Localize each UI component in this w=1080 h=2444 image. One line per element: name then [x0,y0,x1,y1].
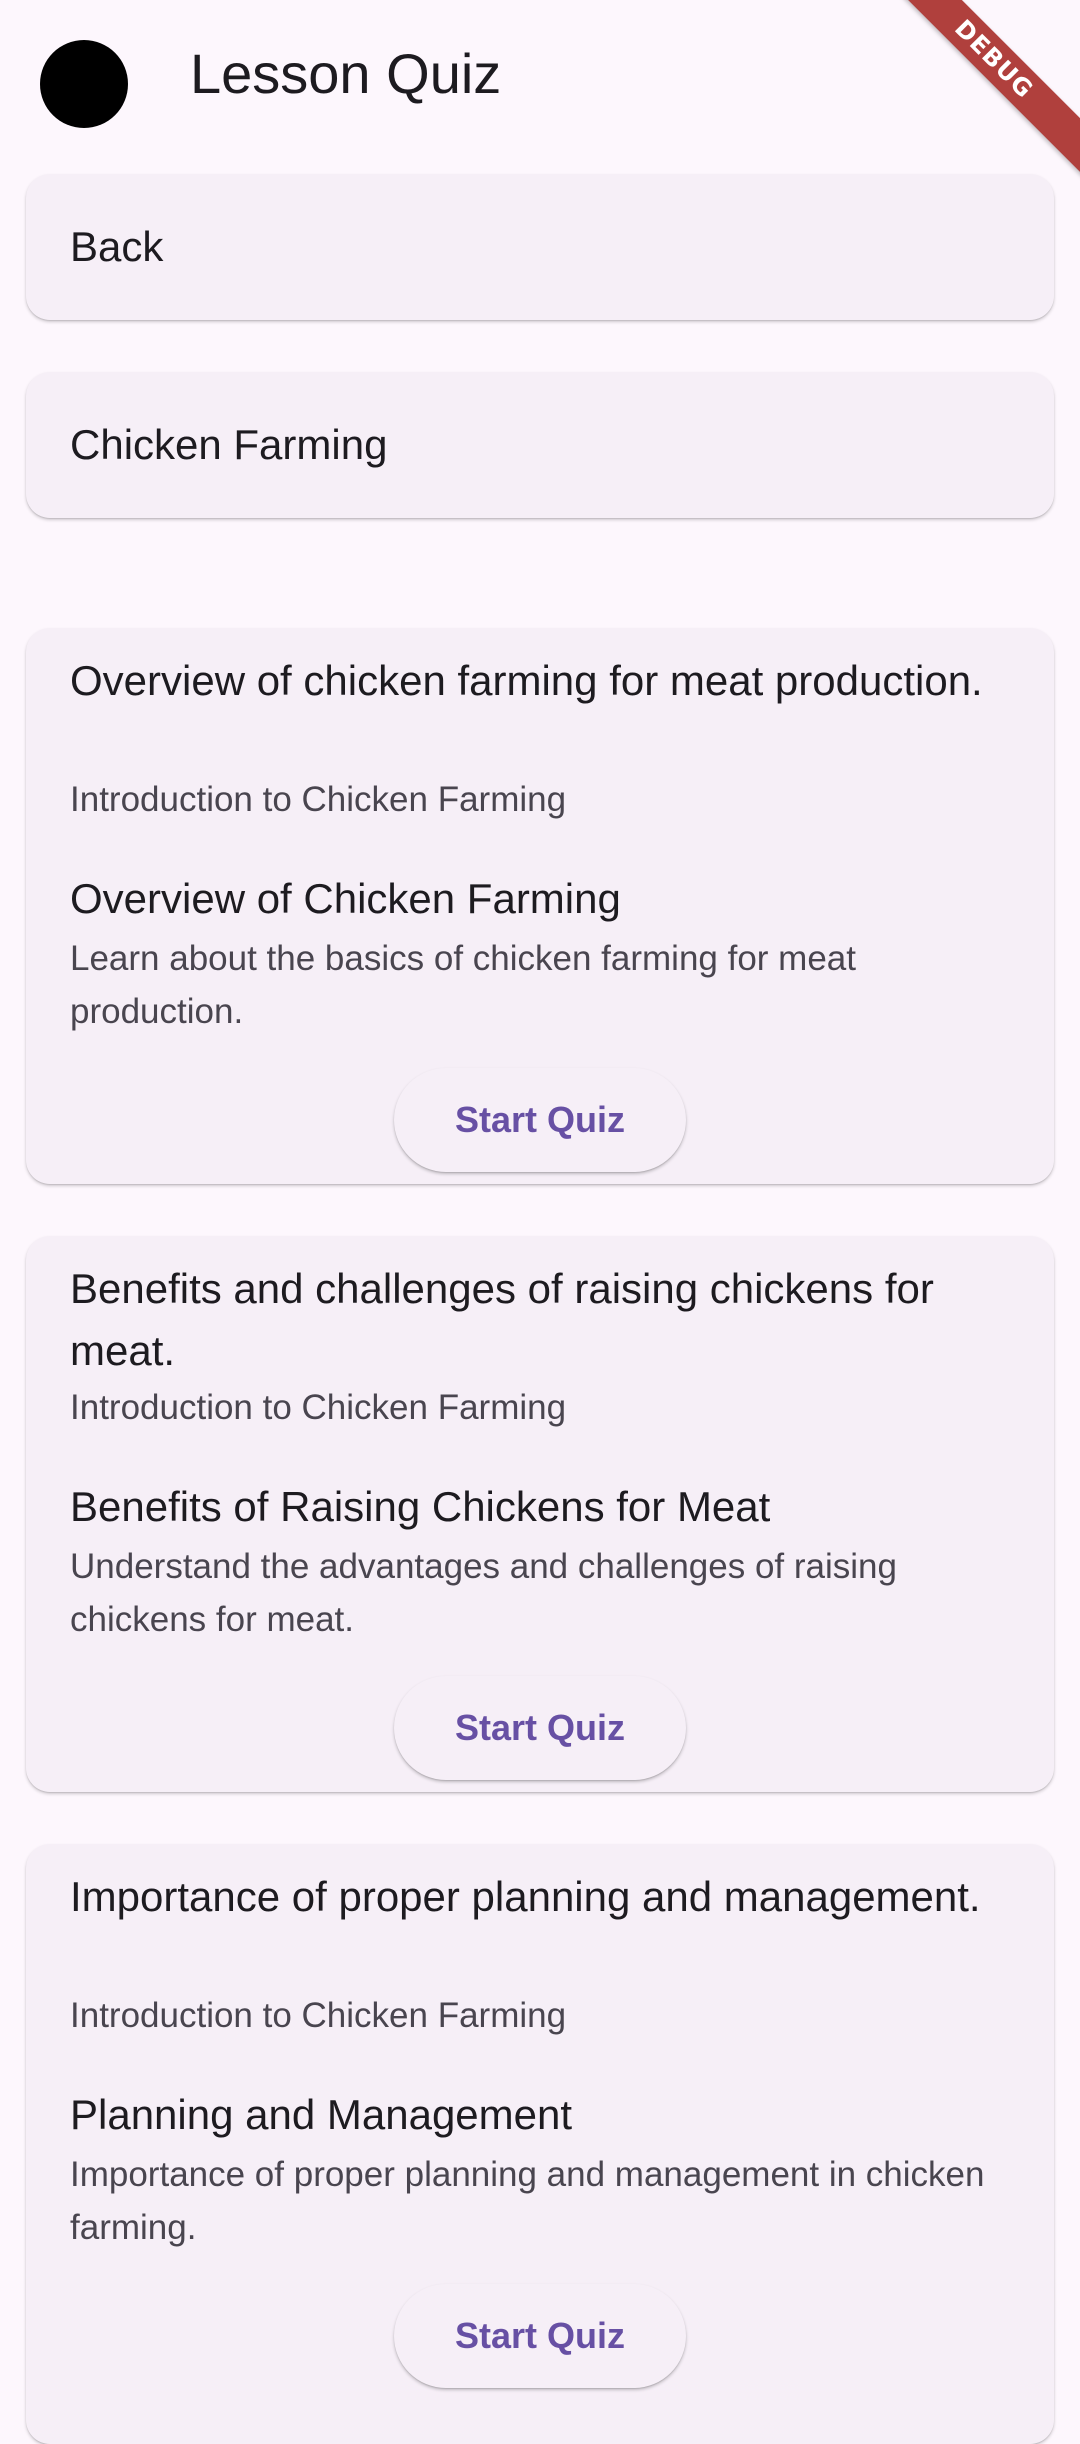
lesson-subheading: Introduction to Chicken Farming [70,1388,567,1427]
lesson-description: Learn about the basics of chicken farmin… [70,939,856,1031]
app-bar: Lesson Quiz [0,0,1080,144]
lesson-heading: Overview of chicken farming for meat pro… [70,657,983,704]
lesson-card: Benefits and challenges of raising chick… [26,1236,1054,1792]
lesson-heading: Benefits and challenges of raising chick… [70,1265,934,1374]
lesson-card: Overview of chicken farming for meat pro… [26,628,1054,1184]
lesson-description: Understand the advantages and challenges… [70,1547,897,1639]
lesson-card: Importance of proper planning and manage… [26,1844,1054,2444]
back-button[interactable]: Back [26,174,1054,320]
back-button-label: Back [70,223,164,270]
start-quiz-button[interactable]: Start Quiz [394,1676,686,1780]
topic-card[interactable]: Chicken Farming [26,372,1054,518]
lesson-subheading: Introduction to Chicken Farming [70,780,567,819]
lesson-description: Importance of proper planning and manage… [70,2155,985,2247]
page-title: Lesson Quiz [190,42,502,105]
start-quiz-button[interactable]: Start Quiz [394,2284,686,2388]
lesson-subheading: Introduction to Chicken Farming [70,1996,567,2035]
lesson-title: Benefits of Raising Chickens for Meat [70,1483,771,1530]
topic-label: Chicken Farming [70,421,388,468]
start-quiz-button[interactable]: Start Quiz [394,1068,686,1172]
lesson-title: Planning and Management [70,2091,573,2138]
avatar[interactable] [40,40,128,128]
lesson-title: Overview of Chicken Farming [70,875,621,922]
lesson-heading: Importance of proper planning and manage… [70,1873,981,1920]
